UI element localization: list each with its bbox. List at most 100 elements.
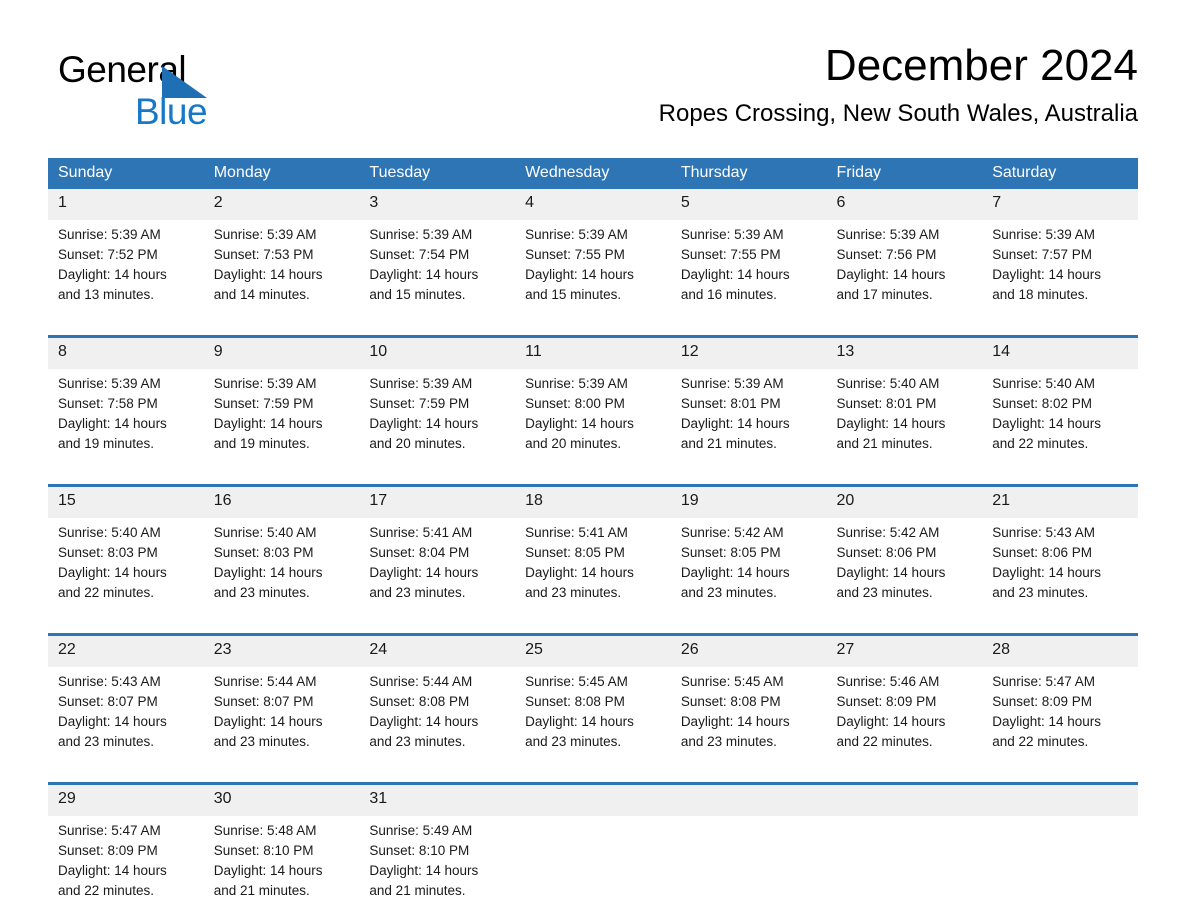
day-cell[interactable]: Sunrise: 5:39 AM Sunset: 7:59 PM Dayligh… bbox=[203, 369, 360, 464]
sunrise-text: Sunrise: 5:44 AM bbox=[369, 674, 473, 689]
day-cell[interactable]: Sunrise: 5:40 AM Sunset: 8:03 PM Dayligh… bbox=[48, 518, 204, 613]
day-cell[interactable]: Sunrise: 5:47 AM Sunset: 8:09 PM Dayligh… bbox=[48, 816, 204, 911]
sunrise-text: Sunrise: 5:39 AM bbox=[836, 227, 940, 242]
day-cell[interactable]: Sunrise: 5:39 AM Sunset: 7:58 PM Dayligh… bbox=[48, 369, 204, 464]
day-cell[interactable]: Sunrise: 5:49 AM Sunset: 8:10 PM Dayligh… bbox=[359, 816, 516, 911]
sunrise-sunset-calendar-table: Sunday Monday Tuesday Wednesday Thursday… bbox=[48, 158, 1138, 911]
day-cell[interactable]: Sunrise: 5:45 AM Sunset: 8:08 PM Dayligh… bbox=[670, 667, 827, 762]
daylight-text-cont: and 15 minutes. bbox=[369, 287, 466, 302]
day-number[interactable]: 21 bbox=[982, 487, 1138, 518]
day-cell[interactable]: Sunrise: 5:43 AM Sunset: 8:07 PM Dayligh… bbox=[48, 667, 204, 762]
day-cell[interactable]: Sunrise: 5:39 AM Sunset: 7:52 PM Dayligh… bbox=[48, 220, 204, 315]
day-cell[interactable]: Sunrise: 5:45 AM Sunset: 8:08 PM Dayligh… bbox=[515, 667, 671, 762]
day-number[interactable]: 31 bbox=[359, 785, 516, 816]
sunset-text: Sunset: 8:09 PM bbox=[836, 694, 937, 709]
sunrise-text: Sunrise: 5:43 AM bbox=[58, 674, 161, 689]
day-cell[interactable]: Sunrise: 5:44 AM Sunset: 8:08 PM Dayligh… bbox=[359, 667, 516, 762]
day-cell[interactable]: Sunrise: 5:40 AM Sunset: 8:03 PM Dayligh… bbox=[203, 518, 360, 613]
day-number[interactable]: 29 bbox=[48, 785, 204, 816]
day-cell[interactable]: Sunrise: 5:43 AM Sunset: 8:06 PM Dayligh… bbox=[982, 518, 1138, 613]
sunset-text: Sunset: 7:55 PM bbox=[525, 247, 625, 262]
day-cell[interactable]: Sunrise: 5:39 AM Sunset: 7:57 PM Dayligh… bbox=[982, 220, 1138, 315]
sunrise-text: Sunrise: 5:42 AM bbox=[836, 525, 940, 540]
day-number[interactable]: 27 bbox=[826, 636, 983, 667]
day-number[interactable]: 16 bbox=[203, 487, 360, 518]
sunrise-text: Sunrise: 5:43 AM bbox=[992, 525, 1096, 540]
page-masthead: General Blue December 2024 Ropes Crossin… bbox=[48, 40, 1138, 150]
day-cell[interactable]: Sunrise: 5:39 AM Sunset: 8:00 PM Dayligh… bbox=[515, 369, 671, 464]
day-cell[interactable]: Sunrise: 5:40 AM Sunset: 8:02 PM Dayligh… bbox=[982, 369, 1138, 464]
day-number[interactable]: 8 bbox=[48, 338, 204, 369]
daylight-text: Daylight: 14 hours bbox=[58, 714, 167, 729]
day-number[interactable]: 11 bbox=[515, 338, 671, 369]
day-cell[interactable]: Sunrise: 5:41 AM Sunset: 8:04 PM Dayligh… bbox=[359, 518, 516, 613]
day-number[interactable]: 2 bbox=[203, 189, 360, 220]
sunrise-text: Sunrise: 5:40 AM bbox=[213, 525, 317, 540]
day-number[interactable]: 24 bbox=[359, 636, 516, 667]
day-cell[interactable]: Sunrise: 5:39 AM Sunset: 7:53 PM Dayligh… bbox=[203, 220, 360, 315]
sunrise-text: Sunrise: 5:46 AM bbox=[836, 674, 940, 689]
daylight-text: Daylight: 14 hours bbox=[58, 863, 167, 878]
day-cell[interactable]: Sunrise: 5:40 AM Sunset: 8:01 PM Dayligh… bbox=[826, 369, 983, 464]
day-cell[interactable]: Sunrise: 5:39 AM Sunset: 8:01 PM Dayligh… bbox=[670, 369, 827, 464]
week-gap bbox=[48, 762, 1138, 782]
day-number[interactable]: 4 bbox=[515, 189, 671, 220]
sunrise-text: Sunrise: 5:40 AM bbox=[992, 376, 1096, 391]
day-cell[interactable]: Sunrise: 5:39 AM Sunset: 7:55 PM Dayligh… bbox=[670, 220, 827, 315]
sunset-text: Sunset: 8:09 PM bbox=[58, 843, 158, 858]
daylight-text-cont: and 23 minutes. bbox=[369, 734, 466, 749]
sunset-text: Sunset: 7:56 PM bbox=[836, 247, 937, 262]
day-number[interactable]: 25 bbox=[515, 636, 671, 667]
sunrise-text: Sunrise: 5:39 AM bbox=[369, 227, 473, 242]
week-gap bbox=[48, 315, 1138, 335]
week-daynumber-row: 1 2 3 4 5 6 7 bbox=[48, 189, 1138, 220]
day-number[interactable]: 22 bbox=[48, 636, 204, 667]
daylight-text-cont: and 21 minutes. bbox=[680, 436, 777, 451]
sunset-text: Sunset: 7:58 PM bbox=[58, 396, 158, 411]
day-cell[interactable]: Sunrise: 5:39 AM Sunset: 7:56 PM Dayligh… bbox=[826, 220, 983, 315]
day-cell[interactable]: Sunrise: 5:39 AM Sunset: 7:55 PM Dayligh… bbox=[515, 220, 671, 315]
sunrise-text: Sunrise: 5:39 AM bbox=[525, 227, 628, 242]
day-cell[interactable]: Sunrise: 5:42 AM Sunset: 8:05 PM Dayligh… bbox=[670, 518, 827, 613]
day-number[interactable]: 23 bbox=[203, 636, 360, 667]
day-number[interactable]: 20 bbox=[826, 487, 983, 518]
day-number[interactable]: 28 bbox=[982, 636, 1138, 667]
sunset-text: Sunset: 8:02 PM bbox=[992, 396, 1093, 411]
daylight-text: Daylight: 14 hours bbox=[58, 565, 167, 580]
day-cell[interactable]: Sunrise: 5:47 AM Sunset: 8:09 PM Dayligh… bbox=[982, 667, 1138, 762]
day-number[interactable]: 30 bbox=[203, 785, 360, 816]
daylight-text-cont: and 19 minutes. bbox=[58, 436, 155, 451]
day-number[interactable]: 17 bbox=[359, 487, 516, 518]
daylight-text-cont: and 20 minutes. bbox=[525, 436, 622, 451]
daylight-text-cont: and 23 minutes. bbox=[58, 734, 155, 749]
daylight-text: Daylight: 14 hours bbox=[369, 863, 479, 878]
day-number[interactable]: 18 bbox=[515, 487, 671, 518]
day-number[interactable]: 5 bbox=[670, 189, 827, 220]
day-number[interactable]: 10 bbox=[359, 338, 516, 369]
day-cell[interactable]: Sunrise: 5:46 AM Sunset: 8:09 PM Dayligh… bbox=[826, 667, 983, 762]
day-number[interactable]: 1 bbox=[48, 189, 204, 220]
day-cell[interactable]: Sunrise: 5:42 AM Sunset: 8:06 PM Dayligh… bbox=[826, 518, 983, 613]
day-number[interactable]: 6 bbox=[826, 189, 983, 220]
day-cell[interactable]: Sunrise: 5:44 AM Sunset: 8:07 PM Dayligh… bbox=[203, 667, 360, 762]
day-number-empty bbox=[826, 785, 983, 816]
daylight-text: Daylight: 14 hours bbox=[525, 714, 634, 729]
sunrise-text: Sunrise: 5:39 AM bbox=[58, 376, 161, 391]
day-cell[interactable]: Sunrise: 5:39 AM Sunset: 7:54 PM Dayligh… bbox=[359, 220, 516, 315]
day-cell[interactable]: Sunrise: 5:41 AM Sunset: 8:05 PM Dayligh… bbox=[515, 518, 671, 613]
day-number[interactable]: 13 bbox=[826, 338, 983, 369]
sunset-text: Sunset: 8:01 PM bbox=[836, 396, 937, 411]
day-number[interactable]: 14 bbox=[982, 338, 1138, 369]
day-number[interactable]: 15 bbox=[48, 487, 204, 518]
sunrise-text: Sunrise: 5:49 AM bbox=[369, 823, 473, 838]
day-number[interactable]: 7 bbox=[982, 189, 1138, 220]
day-cell[interactable]: Sunrise: 5:39 AM Sunset: 7:59 PM Dayligh… bbox=[359, 369, 516, 464]
daylight-text-cont: and 23 minutes. bbox=[369, 585, 466, 600]
day-number[interactable]: 9 bbox=[203, 338, 360, 369]
day-number[interactable]: 19 bbox=[670, 487, 827, 518]
day-number[interactable]: 12 bbox=[670, 338, 827, 369]
day-number[interactable]: 3 bbox=[359, 189, 516, 220]
day-cell[interactable]: Sunrise: 5:48 AM Sunset: 8:10 PM Dayligh… bbox=[203, 816, 360, 911]
daylight-text-cont: and 23 minutes. bbox=[213, 734, 310, 749]
day-number[interactable]: 26 bbox=[670, 636, 827, 667]
